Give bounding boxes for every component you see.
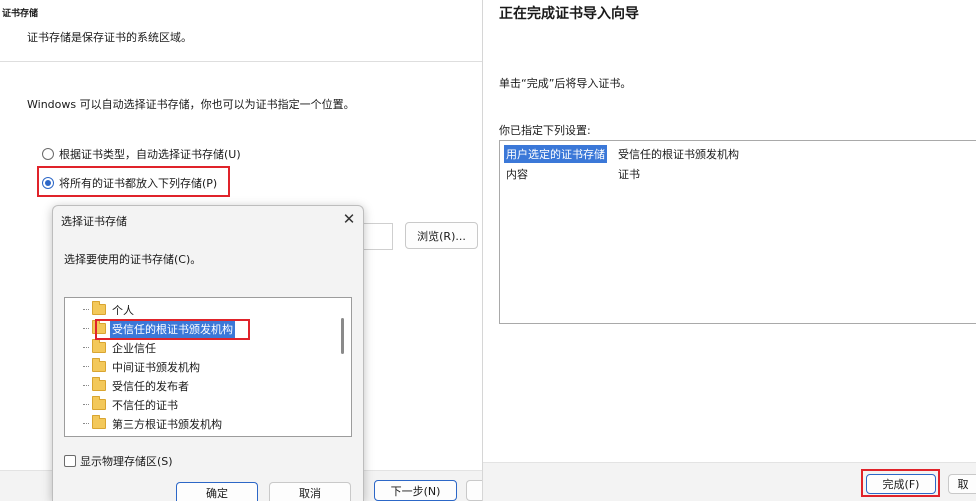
dialog-prompt: 选择要使用的证书存储(C)。 <box>64 253 202 266</box>
show-physical-label: 显示物理存储区(S) <box>80 455 173 468</box>
finish-title: 正在完成证书导入向导 <box>499 6 639 22</box>
settings-value: 证书 <box>618 168 640 181</box>
radio-manual-label: 将所有的证书都放入下列存储(P) <box>59 177 218 190</box>
checkbox-icon <box>64 455 76 467</box>
cancel-button[interactable]: 取消 <box>269 482 351 501</box>
tree-item-label-selected: 受信任的根证书颁发机构 <box>110 319 235 338</box>
finish-wizard-window: 正在完成证书导入向导 单击“完成”后将导入证书。 你已指定下列设置: 用户选定的… <box>482 0 976 501</box>
finish-button[interactable]: 完成(F) <box>866 474 936 494</box>
tree-item-label: 中间证书颁发机构 <box>112 360 200 374</box>
dialog-title: 选择证书存储 <box>61 215 127 228</box>
tree-item-trusted-publishers[interactable]: 受信任的发布者 <box>83 376 189 395</box>
tree-connector <box>83 385 89 386</box>
radio-auto-select[interactable]: 根据证书类型，自动选择证书存储(U) <box>42 146 241 162</box>
tree-item-intermediate-ca[interactable]: 中间证书颁发机构 <box>83 357 200 376</box>
tree-item-label: 不信任的证书 <box>112 398 178 412</box>
radio-selected-icon <box>42 177 54 189</box>
store-path-field[interactable] <box>362 223 393 250</box>
browse-button[interactable]: 浏览(R)... <box>405 222 478 249</box>
tree-connector <box>83 347 89 348</box>
wizard-header-section: 证书存储 证书存储是保存证书的系统区域。 <box>0 0 482 62</box>
tree-connector <box>83 404 89 405</box>
show-physical-checkbox[interactable]: 显示物理存储区(S) <box>64 453 173 469</box>
settings-list[interactable]: 用户选定的证书存储 受信任的根证书颁发机构 内容 证书 <box>499 140 976 324</box>
tree-connector <box>83 309 89 310</box>
folder-icon <box>92 301 106 315</box>
auto-select-text: Windows 可以自动选择证书存储，你也可以为证书指定一个位置。 <box>27 98 355 111</box>
next-adjacent-button-partial[interactable] <box>466 480 482 501</box>
folder-icon <box>92 320 106 334</box>
section-description: 证书存储是保存证书的系统区域。 <box>27 31 192 44</box>
tree-connector <box>83 423 89 424</box>
cancel-button-partial[interactable]: 取 <box>948 474 976 494</box>
store-tree-list[interactable]: 个人 受信任的根证书颁发机构 企业信任 中间证书颁发机构 受信任的发布者 不信任… <box>64 297 352 437</box>
tree-item-label: 个人 <box>112 303 134 317</box>
tree-vertical-scrollbar[interactable] <box>341 318 344 354</box>
folder-icon <box>92 358 106 372</box>
folder-icon <box>92 339 106 353</box>
ok-button[interactable]: 确定 <box>176 482 258 501</box>
tree-connector <box>83 366 89 367</box>
tree-item-trusted-root[interactable]: 受信任的根证书颁发机构 <box>83 319 235 338</box>
finish-description: 单击“完成”后将导入证书。 <box>499 77 632 90</box>
tree-item-personal[interactable]: 个人 <box>83 300 134 319</box>
tree-item-untrusted[interactable]: 不信任的证书 <box>83 395 178 414</box>
tree-item-label: 第三方根证书颁发机构 <box>112 417 222 431</box>
folder-icon <box>92 415 106 429</box>
settings-value: 受信任的根证书颁发机构 <box>618 148 739 161</box>
settings-key-selected: 用户选定的证书存储 <box>504 145 607 163</box>
folder-icon <box>92 377 106 391</box>
radio-auto-label: 根据证书类型，自动选择证书存储(U) <box>59 148 241 161</box>
radio-manual-select[interactable]: 将所有的证书都放入下列存储(P) <box>42 175 217 191</box>
tree-item-label: 受信任的发布者 <box>112 379 189 393</box>
next-button[interactable]: 下一步(N) <box>374 480 457 501</box>
select-store-dialog: 选择证书存储 ✕ 选择要使用的证书存储(C)。 个人 受信任的根证书颁发机构 企… <box>52 205 364 501</box>
tree-item-label: 企业信任 <box>112 341 156 355</box>
tree-item-enterprise-trust[interactable]: 企业信任 <box>83 338 156 357</box>
section-title: 证书存储 <box>2 9 39 19</box>
settings-label: 你已指定下列设置: <box>499 124 591 137</box>
settings-key: 内容 <box>506 168 528 181</box>
tree-item-third-party-root[interactable]: 第三方根证书颁发机构 <box>83 414 222 433</box>
dialog-titlebar: 选择证书存储 ✕ <box>53 206 363 234</box>
tree-connector <box>83 328 89 329</box>
folder-icon <box>92 396 106 410</box>
radio-button-icon <box>42 148 54 160</box>
close-icon[interactable]: ✕ <box>340 209 358 229</box>
